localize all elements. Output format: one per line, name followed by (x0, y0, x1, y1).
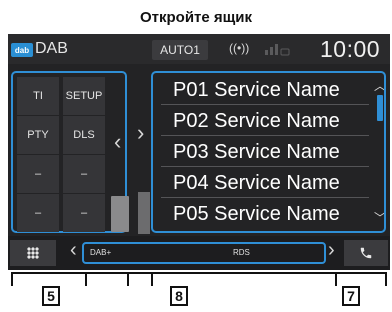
phone-button[interactable] (344, 240, 388, 266)
expand-list-chevron-icon[interactable]: › (137, 120, 144, 146)
empty-button[interactable]: – (17, 155, 59, 193)
empty-button[interactable]: – (63, 194, 105, 232)
callout-label: 8 (170, 286, 188, 306)
collapse-panel-chevron-icon[interactable]: ‹ (114, 129, 121, 155)
list-divider (161, 104, 369, 105)
preset-item[interactable]: P03 Service Name (173, 141, 340, 163)
preset-item[interactable]: P04 Service Name (173, 172, 340, 194)
list-divider (161, 135, 369, 136)
rds-indicator: RDS (233, 248, 250, 257)
ti-button[interactable]: TI (17, 77, 59, 115)
empty-button[interactable]: – (17, 194, 59, 232)
callout-label: 7 (342, 286, 360, 306)
signal-icon (265, 44, 290, 56)
status-bar: dab DAB AUTO1 ((•)) 10:00 (8, 34, 390, 64)
phone-icon (360, 247, 372, 259)
clock: 10:00 (320, 36, 381, 62)
empty-button[interactable]: – (63, 155, 105, 193)
preset-item[interactable]: P02 Service Name (173, 110, 340, 132)
source-name: DAB (35, 40, 68, 57)
pty-button[interactable]: PTY (17, 116, 59, 154)
page-heading: Откройте ящик (139, 8, 253, 26)
panel-drag-handle[interactable] (138, 192, 150, 234)
callout-bracket (151, 272, 387, 286)
dls-button[interactable]: DLS (63, 116, 105, 154)
audio-mode-button[interactable]: AUTO1 (152, 40, 208, 60)
panel-scroll-handle[interactable] (111, 196, 129, 232)
info-next-chevron-icon[interactable]: › (328, 239, 335, 262)
scroll-up-icon[interactable]: ︿ (374, 77, 384, 94)
list-divider (161, 197, 369, 198)
dab-screen: dab DAB AUTO1 ((•)) 10:00 TI SETUP PTY D… (8, 34, 390, 270)
preset-list: P01 Service Name P02 Service Name P03 Se… (151, 71, 386, 233)
dab-source-icon[interactable]: dab (11, 43, 33, 57)
callout-label: 5 (42, 286, 60, 306)
scroll-down-icon[interactable]: ﹀ (374, 209, 384, 226)
preset-item[interactable]: P01 Service Name (173, 79, 340, 101)
list-divider (161, 166, 369, 167)
dab-plus-indicator: DAB+ (90, 248, 112, 257)
list-scrollbar-thumb[interactable] (377, 95, 383, 121)
grid-menu-icon (27, 247, 39, 259)
function-panel: TI SETUP PTY DLS – – – – ‹ (11, 71, 129, 233)
preset-item[interactable]: P05 Service Name (173, 203, 340, 225)
setup-button[interactable]: SETUP (63, 77, 105, 115)
radio-icon: ((•)) (229, 41, 250, 55)
info-prev-chevron-icon[interactable]: ‹ (70, 239, 77, 262)
info-bar[interactable]: DAB+ RDS (82, 242, 326, 264)
menu-button[interactable] (10, 240, 56, 266)
